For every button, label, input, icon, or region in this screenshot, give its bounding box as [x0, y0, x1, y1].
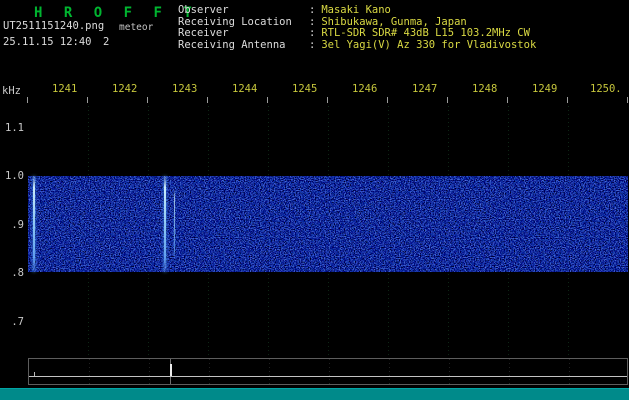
minute-grid-line [389, 359, 390, 384]
x-axis-tick-mark [567, 97, 568, 103]
y-tick-label: .9 [11, 219, 24, 231]
app-title-letter: O [93, 5, 103, 21]
minute-grid-line [569, 359, 570, 384]
record-datetime: 25.11.15 12:40 [3, 36, 92, 48]
x-tick-label: 1249 [532, 83, 558, 95]
x-tick-label: 1243 [172, 83, 198, 95]
x-tick-label: 1247 [412, 83, 438, 95]
x-axis-tick-mark [27, 97, 28, 103]
x-tick-label: 1250. [590, 83, 622, 95]
station-info-label: Receiving Antenna [178, 38, 286, 51]
station-info-value: 3el Yagi(V) Az 330 for Vladivostok [321, 38, 537, 51]
x-axis-tick-mark [327, 97, 328, 103]
level-baseline [29, 376, 627, 377]
meteor-echo-line [173, 190, 175, 258]
minute-grid-line [509, 359, 510, 384]
x-tick-label: 1242 [112, 83, 138, 95]
hrofft-screen: H R O F F T UT2511151240.png meteor 25.1… [0, 0, 629, 400]
app-title-letter: H [34, 5, 43, 21]
station-info-row: Receiving Antenna:3el Yagi(V) Az 330 for… [178, 38, 537, 52]
y-tick-label: 1.0 [5, 170, 24, 182]
station-info-row: Receiver: RTL-SDR SDR# 43dB L15 103.2MHz … [178, 27, 536, 40]
echo-count: 2 [103, 36, 110, 48]
output-filename: UT2511151240.png [3, 20, 105, 32]
y-tick-label: .8 [11, 267, 24, 279]
x-axis-tick-mark [147, 97, 148, 103]
x-tick-label: 1244 [232, 83, 258, 95]
minute-grid-line [269, 359, 270, 384]
x-tick-label: 1241 [52, 83, 78, 95]
level-spike [170, 364, 172, 376]
station-info-value: Masaki Kano [321, 4, 391, 16]
station-info-value: Shibukawa, Gunma, Japan [321, 15, 467, 28]
minute-grid-line [449, 359, 450, 384]
y-axis-unit: kHz [2, 85, 21, 97]
x-axis-tick-mark [207, 97, 208, 103]
level-spike [34, 372, 36, 376]
station-info: Observer: Masaki Kano Receiving Location:… [178, 4, 537, 52]
x-axis-tick-mark [507, 97, 508, 103]
y-tick-label: .7 [11, 316, 24, 328]
minute-grid-line [209, 359, 210, 384]
x-axis-tick-mark [87, 97, 88, 103]
meteor-echo-line [33, 176, 36, 273]
app-title-letter: F [153, 5, 162, 21]
station-info-row: Observer: Masaki Kano [178, 4, 536, 17]
station-info-value: RTL-SDR SDR# 43dB L15 103.2MHz CW [321, 27, 530, 39]
minute-grid-line [329, 359, 330, 384]
x-axis-tick-mark [387, 97, 388, 103]
observation-name: meteor [119, 22, 154, 33]
spectrogram-noise-band [28, 176, 628, 273]
station-info-label: Receiver [178, 27, 229, 39]
signal-level-strip [28, 358, 628, 385]
x-axis-tick-mark [267, 97, 268, 103]
minute-grid-line [149, 359, 150, 384]
app-title-letter: F [123, 5, 133, 21]
status-bar [0, 388, 629, 400]
x-tick-label: 1246 [352, 83, 378, 95]
x-tick-label: 1248 [472, 83, 498, 95]
x-axis-tick-mark [627, 97, 628, 103]
y-tick-label: 1.1 [5, 122, 24, 134]
meteor-echo-line [164, 176, 167, 273]
station-info-label: Observer [178, 4, 229, 16]
app-title-letter: R [63, 5, 73, 21]
x-tick-label: 1245 [292, 83, 318, 95]
minute-grid-line [89, 359, 90, 384]
x-axis-tick-mark [447, 97, 448, 103]
